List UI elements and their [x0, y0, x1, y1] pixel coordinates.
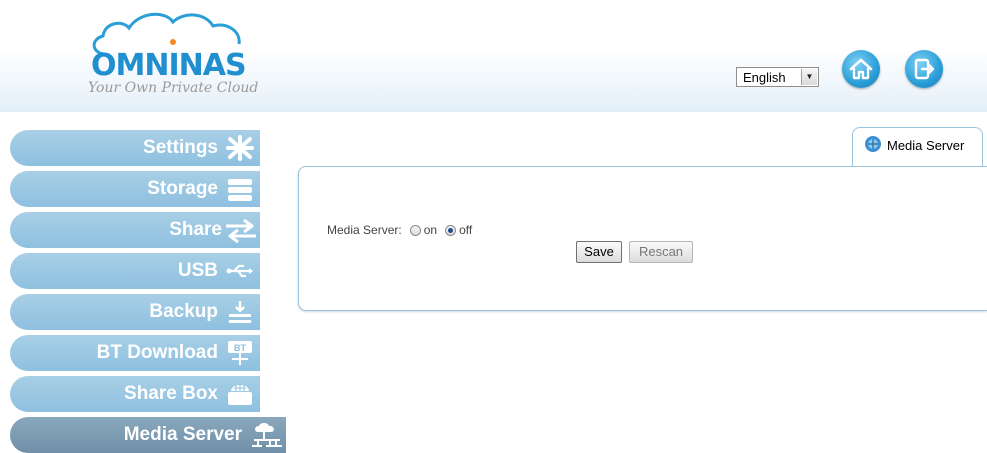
radio-off-label: off: [459, 223, 473, 237]
sidebar-item-label: Share: [169, 219, 222, 240]
share-box-icon: [228, 384, 252, 405]
sidebar-item-label: Media Server: [123, 424, 242, 445]
logout-icon: [914, 58, 935, 80]
radio-on-label: on: [423, 223, 438, 237]
save-button[interactable]: Save: [576, 241, 622, 263]
sidebar-item-bt-download[interactable]: BT Download BT: [10, 335, 260, 371]
home-button[interactable]: [842, 50, 880, 88]
sidebar-item-share[interactable]: Share: [10, 212, 260, 248]
logout-button[interactable]: [905, 50, 943, 88]
sidebar-item-label: USB: [177, 260, 218, 281]
rescan-button[interactable]: Rescan: [629, 241, 693, 263]
tab-media-server[interactable]: Media Server: [852, 127, 983, 167]
media-server-label: Media Server:: [327, 223, 402, 237]
sidebar-item-label: Share Box: [124, 383, 218, 404]
media-server-panel: Media Server: on off Save Rescan: [298, 166, 987, 311]
language-select[interactable]: English ▼: [736, 67, 819, 87]
chevron-down-icon[interactable]: ▼: [801, 69, 817, 85]
sidebar-item-usb[interactable]: USB: [10, 253, 260, 289]
sidebar-item-label: Settings: [143, 137, 218, 158]
media-server-tab-icon: [865, 136, 881, 152]
home-icon: [849, 58, 873, 80]
sidebar-item-share-box[interactable]: Share Box: [10, 376, 260, 412]
bt-download-icon: BT: [228, 341, 252, 365]
backup-icon: [229, 301, 251, 323]
language-value: English: [743, 70, 786, 85]
logo: OMNINAS Your Own Private Cloud: [85, 8, 265, 98]
storage-icon: [228, 179, 252, 201]
media-server-icon: [252, 423, 282, 447]
usb-icon: [226, 264, 253, 278]
sidebar-item-label: BT Download: [96, 342, 218, 363]
svg-text:BT: BT: [234, 343, 246, 353]
share-icon: [226, 218, 256, 243]
settings-icon: [226, 135, 254, 161]
media-server-setting: Media Server: on off: [327, 223, 472, 237]
sidebar-item-settings[interactable]: Settings: [10, 130, 260, 166]
header: OMNINAS Your Own Private Cloud English ▼: [0, 0, 987, 112]
sidebar-item-backup[interactable]: Backup: [10, 294, 260, 330]
sidebar-item-storage[interactable]: Storage: [10, 171, 260, 207]
radio-off[interactable]: [445, 224, 457, 236]
logo-name: OMNINAS: [91, 48, 247, 83]
sidebar-item-media-server[interactable]: Media Server: [10, 417, 286, 453]
tab-label: Media Server: [887, 138, 965, 153]
logo-tagline: Your Own Private Cloud: [88, 80, 259, 96]
sidebar-item-label: Storage: [147, 178, 218, 199]
sidebar-item-label: Backup: [149, 301, 218, 322]
radio-on[interactable]: [409, 224, 421, 236]
